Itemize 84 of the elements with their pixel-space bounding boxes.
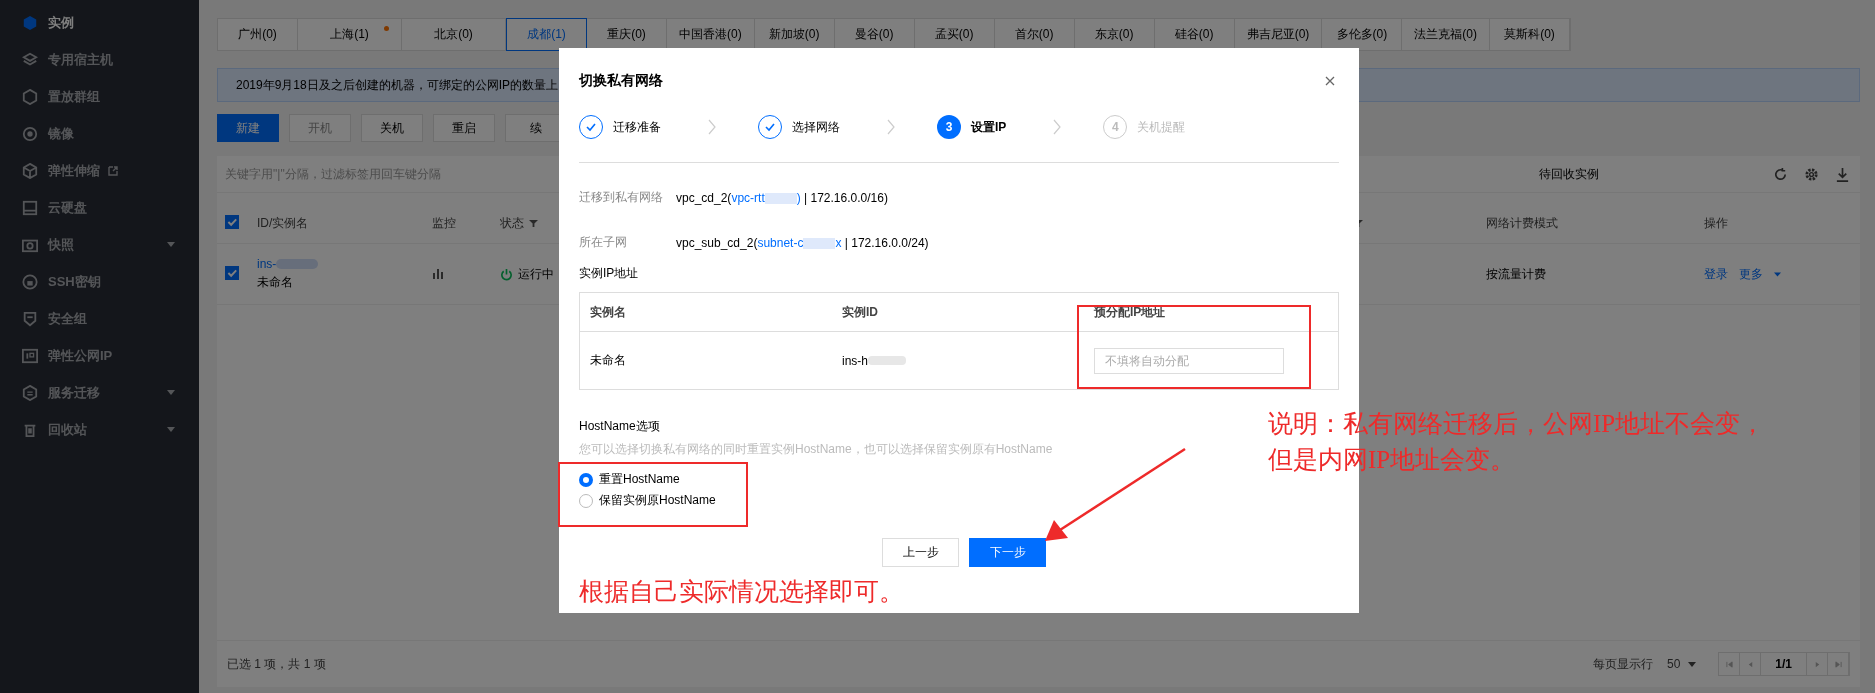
- filter-icon[interactable]: [529, 218, 538, 228]
- column-header: 实例名: [589, 303, 627, 321]
- disc-icon: [22, 125, 38, 142]
- checkbox[interactable]: [225, 266, 239, 280]
- column-header: 操作: [1704, 214, 1728, 232]
- redaction-blur: [276, 259, 319, 269]
- checkbox[interactable]: [225, 215, 239, 229]
- caret-icon: [1688, 661, 1697, 667]
- chevron-icon: [887, 119, 895, 135]
- shield-icon: [22, 310, 38, 327]
- field-label: 迁移到私有网络: [579, 189, 664, 206]
- caret-icon: [167, 427, 175, 432]
- close-icon[interactable]: [1325, 76, 1335, 86]
- step-label: 迁移准备: [613, 118, 661, 136]
- back-button[interactable]: 上一步: [882, 538, 959, 567]
- next-button[interactable]: 下一步: [969, 538, 1046, 567]
- instance-name: 未命名: [257, 274, 294, 291]
- radio-option[interactable]: 保留实例原HostName: [579, 492, 716, 509]
- external-link-icon: [108, 165, 118, 176]
- redaction-blur: [803, 237, 836, 249]
- notice-text: 2019年9月18日及之后创建的机器，可绑定的公网IP的数量上: [236, 76, 559, 94]
- redaction-blur: [764, 192, 797, 204]
- layers-icon: [22, 51, 38, 68]
- table-cell: ins-h: [842, 353, 868, 368]
- section-title: 实例IP地址: [579, 265, 640, 282]
- region-tab[interactable]: 北京(0): [402, 19, 506, 50]
- page-indicator: 1/1: [1761, 653, 1807, 675]
- step-label: 选择网络: [792, 118, 840, 136]
- instance-id-link[interactable]: ins-: [257, 257, 277, 271]
- region-tab[interactable]: 上海(1): [298, 19, 402, 50]
- column-header: ID/实例名: [257, 215, 309, 230]
- page-size-label: 每页显示行: [1592, 655, 1653, 673]
- radio-option[interactable]: 重置HostName: [579, 471, 680, 488]
- step-label: 关机提醒: [1137, 118, 1186, 136]
- redaction-blur: [868, 356, 906, 365]
- toolbar-button[interactable]: 关机: [361, 114, 423, 142]
- chevron-icon: [1053, 119, 1062, 135]
- recycle-link[interactable]: 待回收实例: [1539, 165, 1599, 183]
- column-header: 网络计费模式: [1486, 215, 1558, 230]
- field-label: 所在子网: [579, 234, 628, 251]
- column-header: 监控: [432, 215, 456, 230]
- caret-icon: [167, 242, 175, 247]
- action-link[interactable]: 更多: [1739, 265, 1763, 283]
- skip-start-icon: [1725, 660, 1733, 668]
- region-tab[interactable]: 法兰克福(0): [1402, 19, 1490, 50]
- ip-input-field[interactable]: 不填将自动分配: [1094, 347, 1284, 374]
- table-cell-text: 未命名: [589, 352, 627, 369]
- toolbar-button[interactable]: 新建: [217, 114, 279, 142]
- refresh-icon[interactable]: [1773, 166, 1788, 182]
- section-title: HostName选项: [579, 418, 660, 435]
- cube-icon: [22, 14, 38, 31]
- action-link[interactable]: 登录: [1704, 265, 1728, 283]
- triangle-right-icon: [1813, 660, 1821, 668]
- dialog-title: 切换私有网络: [579, 72, 663, 90]
- bar-chart-icon[interactable]: [432, 266, 444, 279]
- power-icon: [500, 267, 513, 281]
- step-indicator: 3: [937, 115, 961, 139]
- toolbar-button[interactable]: 重启: [433, 114, 495, 142]
- region-tab[interactable]: 广州(0): [218, 19, 298, 50]
- field-value: vpc_sub_cd_2(subnet-c x | 172.16.0.0/24): [676, 235, 929, 250]
- settings-icon[interactable]: [1804, 166, 1819, 182]
- page-size-select[interactable]: 50: [1666, 657, 1681, 671]
- sidebar-item[interactable]: 实例: [0, 4, 199, 41]
- annotation-text: 根据自己实际情况选择即可。: [579, 577, 904, 607]
- network-link[interactable]: vpc-rtt: [731, 190, 765, 205]
- column-header: 实例ID: [841, 303, 879, 321]
- column-header: 状态: [500, 214, 524, 232]
- network-link[interactable]: subnet-c: [757, 235, 804, 250]
- region-tab[interactable]: 莫斯科(0): [1490, 19, 1570, 50]
- caret-icon: [1774, 271, 1781, 277]
- chevron-icon: [708, 119, 716, 135]
- section-description: 您可以选择切换私有网络的同时重置实例HostName，也可以选择保留实例原有HostName: [579, 441, 1053, 458]
- download-icon[interactable]: [1835, 166, 1850, 182]
- skip-end-icon: [1834, 660, 1842, 668]
- hexagon-icon: [22, 88, 38, 105]
- status-text: 运行中: [518, 265, 554, 283]
- triangle-left-icon: [1746, 660, 1754, 668]
- box-icon: [22, 162, 38, 179]
- table-cell: 按流量计费: [1486, 266, 1546, 281]
- field-value: vpc_cd_2(vpc-rtt ) | 172.16.0.0/16): [676, 190, 888, 205]
- drive-icon: [22, 199, 38, 216]
- step-label: 设置IP: [971, 118, 1007, 136]
- caret-icon: [167, 390, 175, 395]
- selection-summary: 已选 1 项，共 1 项: [227, 655, 326, 673]
